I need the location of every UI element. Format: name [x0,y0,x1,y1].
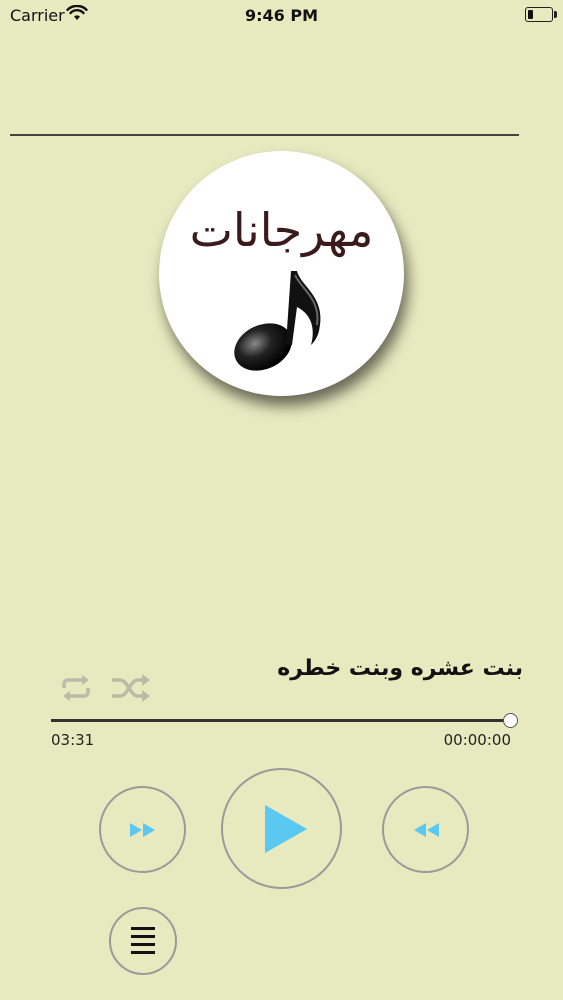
playlist-icon [131,927,155,954]
repeat-button[interactable] [58,672,94,704]
play-button[interactable] [221,768,342,889]
repeat-icon [62,675,90,701]
play-icon [264,804,307,853]
progress-fill [51,719,509,722]
fast-forward-icon [129,822,155,837]
fast-forward-button[interactable] [99,786,186,873]
track-title: بنت عشره وبنت خطره [277,656,523,681]
battery-icon [525,7,557,22]
progress-thumb[interactable] [503,713,518,728]
elapsed-label: 00:00:00 [443,731,511,749]
progress-slider[interactable] [51,713,518,728]
logo-text: مهرجانات [189,203,374,257]
rewind-button[interactable] [382,786,469,873]
playlist-button[interactable] [109,907,177,975]
status-bar: Carrier 9:46 PM [0,0,563,30]
duration-label: 03:31 [51,731,95,749]
shuffle-icon [112,674,150,702]
header-divider [10,134,519,136]
status-time: 9:46 PM [244,6,318,25]
shuffle-button[interactable] [110,672,152,704]
app-logo: مهرجانات [159,151,404,396]
music-note-icon [234,271,321,371]
rewind-icon [413,822,439,837]
